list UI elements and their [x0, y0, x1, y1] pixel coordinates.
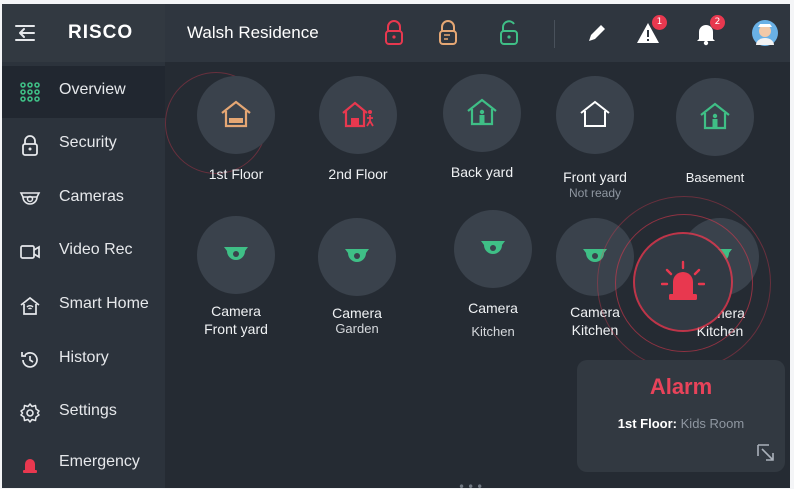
camera-icon [481, 241, 505, 254]
sidebar-item-label: Settings [59, 402, 117, 419]
app-window: RISCO Overview Security Cameras Video Re… [2, 4, 790, 488]
alerts-button[interactable]: 1 [635, 15, 667, 47]
header-divider [554, 20, 555, 48]
sidebar-item-label: Cameras [59, 188, 124, 205]
camera-tile[interactable]: Camera Garden [302, 218, 412, 344]
camera-name: Camera [211, 303, 261, 319]
partition-tile[interactable]: Front yard Not ready [540, 76, 650, 204]
sidebar-item-label: Smart Home [59, 295, 149, 312]
overview-panel: 1st Floor 2nd Floor Back yard Front yard… [165, 62, 790, 488]
camera-icon [224, 247, 248, 260]
house-person-icon [467, 98, 497, 126]
partition-name: 2nd Floor [328, 166, 388, 182]
gear-icon [20, 403, 40, 423]
partition-name: Basement [685, 170, 745, 185]
notification-badge: 2 [710, 15, 725, 30]
partition-tile[interactable]: 2nd Floor [303, 76, 413, 196]
partition-button[interactable] [556, 76, 634, 154]
notifications-button[interactable]: 2 [693, 15, 725, 47]
partition-button[interactable] [676, 78, 754, 156]
camera-location: Kitchen [471, 324, 515, 339]
partition-tile[interactable]: Basement [660, 78, 770, 198]
camera-icon [345, 249, 369, 262]
partition-name: Front yard [563, 169, 627, 185]
risco-logo: RISCO [68, 22, 134, 43]
alarm-siren-button[interactable] [635, 234, 731, 330]
sidebar-item-security[interactable]: Security [2, 119, 165, 171]
alarm-zone: Kids Room [680, 416, 745, 431]
partition-status: Not ready [568, 186, 622, 200]
house-person-icon [342, 101, 374, 128]
menu-collapse-icon[interactable] [12, 20, 38, 46]
camera-name: Camera [332, 305, 382, 321]
house-icon [580, 100, 610, 127]
partition-button[interactable] [319, 76, 397, 154]
camera-name: Camera [468, 300, 518, 316]
siren-icon [23, 459, 37, 473]
lock-armed-icon[interactable] [381, 19, 407, 47]
partition-tile[interactable]: Back yard [427, 74, 537, 194]
sidebar-item-label: Video Rec [59, 241, 133, 258]
grid-icon [20, 82, 40, 102]
house-bed-icon [221, 100, 251, 128]
camera-icon [19, 192, 41, 205]
top-bar: Walsh Residence 1 2 [165, 4, 790, 62]
sidebar-item-emergency[interactable]: Emergency [2, 438, 165, 488]
house-person-icon [700, 102, 730, 130]
siren-icon [661, 260, 705, 300]
smart-home-icon [20, 296, 40, 315]
camera-button[interactable] [318, 218, 396, 296]
edit-pencil-icon[interactable] [583, 19, 609, 47]
sidebar-item-label: Security [59, 134, 117, 151]
avatar[interactable] [751, 19, 779, 47]
alarm-partition: 1st Floor: [617, 416, 678, 431]
site-title: Walsh Residence [187, 23, 319, 42]
camera-button[interactable] [454, 210, 532, 288]
sidebar-item-settings[interactable]: Settings [2, 387, 165, 439]
partition-name: 1st Floor [208, 166, 264, 182]
camera-location: Garden [335, 321, 379, 336]
lock-icon [22, 135, 38, 156]
partition-name: Back yard [450, 164, 514, 180]
partition-button[interactable] [443, 74, 521, 152]
camera-location: Front yard [204, 321, 268, 337]
camera-tile[interactable]: Camera Kitchen [438, 210, 548, 342]
sidebar-header: RISCO [2, 4, 165, 62]
sidebar-item-smart-home[interactable]: Smart Home [2, 280, 165, 332]
alarm-notification-card[interactable]: Alarm 1st Floor: Kids Room [577, 360, 785, 472]
sidebar-item-history[interactable]: History [2, 334, 165, 386]
camera-button[interactable] [197, 216, 275, 294]
lock-disarmed-icon[interactable] [496, 19, 522, 47]
lock-partial-icon[interactable] [435, 19, 461, 47]
sidebar-item-label: Emergency [59, 453, 140, 470]
history-icon [21, 352, 38, 368]
sidebar-item-cameras[interactable]: Cameras [2, 173, 165, 225]
partition-tile[interactable]: 1st Floor [181, 76, 291, 196]
camera-tile[interactable]: Camera Front yard [181, 216, 291, 342]
alarm-title: Alarm [649, 374, 713, 399]
sidebar-item-label: Overview [59, 81, 126, 98]
sidebar-item-overview[interactable]: Overview [2, 66, 165, 118]
page-indicator: ••• [458, 480, 486, 488]
alarm-location: 1st Floor: Kids Room [577, 416, 785, 431]
sidebar: RISCO Overview Security Cameras Video Re… [2, 4, 165, 488]
video-icon [20, 245, 40, 259]
expand-icon[interactable] [755, 442, 777, 464]
sidebar-item-label: History [59, 349, 109, 366]
notification-badge: 1 [652, 15, 667, 30]
partition-button[interactable] [197, 76, 275, 154]
sidebar-item-video-rec[interactable]: Video Rec [2, 226, 165, 278]
